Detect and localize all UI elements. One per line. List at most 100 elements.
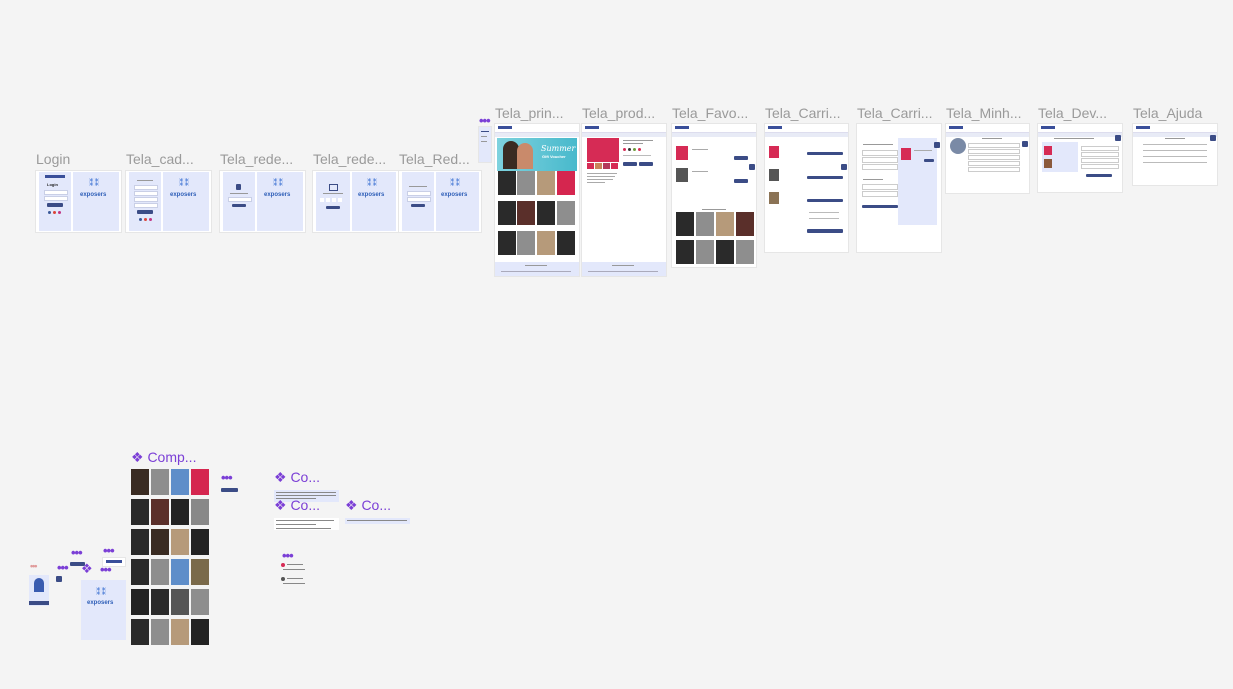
chat-icon[interactable]	[1210, 135, 1216, 141]
product-thumb[interactable]	[171, 499, 189, 525]
product-thumb[interactable]	[603, 163, 610, 169]
address-field[interactable]	[862, 150, 898, 156]
chat-icon[interactable]	[1022, 141, 1028, 147]
product-card[interactable]	[537, 201, 555, 225]
brand-panel-component[interactable]: ⁑⁑ exposers	[81, 580, 126, 640]
more-options-icon[interactable]: •••	[282, 549, 294, 562]
button-component[interactable]	[221, 488, 238, 492]
component-title-nav[interactable]: ❖ Co...	[345, 497, 391, 514]
product-card[interactable]	[736, 212, 754, 236]
product-card[interactable]	[498, 201, 516, 225]
code-box[interactable]	[320, 198, 324, 202]
product-thumb[interactable]	[131, 559, 149, 585]
frame-login[interactable]: Login ⁑⁑ exposers	[36, 171, 121, 232]
product-thumb[interactable]	[131, 469, 149, 495]
password-field[interactable]	[134, 197, 158, 202]
name-field[interactable]	[134, 185, 158, 190]
product-thumb[interactable]	[191, 559, 209, 585]
product-card[interactable]	[557, 171, 575, 195]
submit-return-button[interactable]	[1086, 174, 1112, 177]
product-card[interactable]	[716, 212, 734, 236]
frame-title-red-3[interactable]: Tela_Red...	[399, 151, 479, 167]
frame-favoritos[interactable]	[672, 124, 756, 267]
facebook-icon[interactable]	[139, 218, 142, 221]
product-thumb[interactable]	[191, 589, 209, 615]
account-field[interactable]	[968, 143, 1020, 148]
frame-title-ajuda[interactable]: Tela_Ajuda	[1133, 105, 1223, 121]
chat-icon[interactable]	[1115, 135, 1121, 141]
add-to-cart-button[interactable]	[623, 162, 637, 166]
product-card[interactable]	[498, 171, 516, 195]
new-password-field[interactable]	[407, 191, 431, 196]
product-thumb[interactable]	[595, 163, 602, 169]
component-title-products[interactable]: ❖ Comp...	[131, 449, 196, 466]
instagram-icon[interactable]	[58, 211, 61, 214]
review-component[interactable]	[281, 563, 307, 589]
frame-title-favoritos[interactable]: Tela_Favo...	[672, 105, 756, 121]
chat-icon[interactable]	[841, 164, 847, 170]
frame-carrinho-2[interactable]	[857, 124, 941, 252]
promo-banner[interactable]: Summer Gift Voucher	[497, 138, 577, 171]
nav-logo[interactable]	[498, 126, 512, 129]
confirm-password-field[interactable]	[407, 197, 431, 202]
category-bar[interactable]	[765, 133, 848, 137]
category-bar[interactable]	[1038, 133, 1122, 137]
google-icon[interactable]	[144, 218, 147, 221]
product-thumb[interactable]	[611, 163, 618, 169]
checkout-button[interactable]	[807, 229, 843, 233]
nav-component[interactable]	[345, 518, 410, 524]
product-thumb[interactable]	[171, 559, 189, 585]
code-box[interactable]	[332, 198, 336, 202]
product-card[interactable]	[696, 212, 714, 236]
login-button[interactable]	[47, 203, 63, 207]
chat-icon[interactable]	[56, 576, 62, 582]
cart-item-action[interactable]	[807, 152, 843, 155]
product-thumb[interactable]	[151, 619, 169, 645]
faq-item[interactable]	[1143, 150, 1207, 151]
return-field[interactable]	[1081, 158, 1119, 163]
frame-title-login[interactable]: Login	[36, 151, 116, 167]
category-bar[interactable]	[1133, 133, 1217, 137]
code-box[interactable]	[338, 198, 342, 202]
address-field[interactable]	[862, 164, 898, 170]
frame-rede-1[interactable]: ⁑⁑ exposers	[220, 171, 305, 232]
more-options-icon[interactable]: •••	[57, 561, 69, 574]
product-thumb[interactable]	[151, 529, 169, 555]
return-item-image[interactable]	[1044, 146, 1052, 155]
product-thumb[interactable]	[171, 469, 189, 495]
frame-title-principal[interactable]: Tela_prin...	[495, 105, 575, 121]
email-field[interactable]	[228, 197, 252, 202]
product-card[interactable]	[498, 231, 516, 255]
more-options-icon-muted[interactable]: •••	[30, 561, 38, 571]
product-card[interactable]	[676, 240, 694, 264]
account-field[interactable]	[968, 167, 1020, 172]
product-card[interactable]	[736, 240, 754, 264]
size-options[interactable]	[623, 155, 651, 156]
register-button[interactable]	[137, 210, 153, 214]
nav-logo[interactable]	[675, 126, 689, 129]
product-thumb[interactable]	[587, 163, 594, 169]
header-logo-component[interactable]	[103, 558, 125, 566]
favorite-action-button[interactable]	[734, 179, 748, 183]
product-card[interactable]	[696, 240, 714, 264]
return-field[interactable]	[1081, 146, 1119, 151]
buy-now-button[interactable]	[639, 162, 653, 166]
nav-logo[interactable]	[1041, 126, 1055, 129]
avatar[interactable]	[950, 138, 966, 154]
more-options-icon[interactable]: •••	[100, 563, 112, 576]
frame-minha-conta[interactable]	[946, 124, 1029, 193]
product-thumb[interactable]	[171, 529, 189, 555]
cart-item-action[interactable]	[807, 176, 843, 179]
chat-avatar-component[interactable]	[29, 575, 49, 606]
email-field[interactable]	[134, 191, 158, 196]
more-options-icon[interactable]: •••	[479, 114, 491, 127]
cart-item-image[interactable]	[769, 146, 779, 158]
return-item-image[interactable]	[1044, 159, 1052, 168]
component-title-footer[interactable]: ❖ Co...	[274, 469, 320, 486]
product-thumb[interactable]	[191, 619, 209, 645]
password-field[interactable]	[44, 196, 68, 201]
order-summary-button[interactable]	[924, 159, 934, 162]
product-thumb[interactable]	[151, 589, 169, 615]
product-thumb[interactable]	[131, 499, 149, 525]
product-thumb[interactable]	[131, 589, 149, 615]
